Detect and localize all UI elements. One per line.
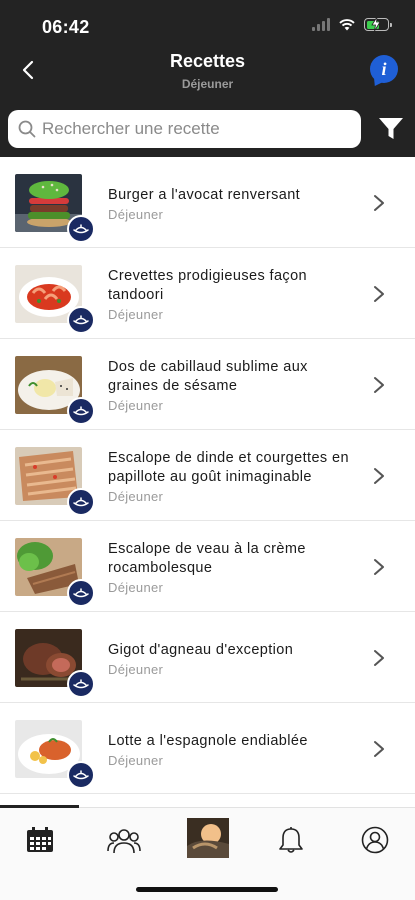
recipe-row[interactable]: Gigot d'agneau d'exception Déjeuner <box>0 612 415 703</box>
home-indicator <box>136 887 278 892</box>
plate-icon <box>73 315 89 325</box>
search-icon <box>18 120 36 138</box>
chevron-right-icon <box>374 741 384 757</box>
recipe-title: Escalope de dinde et courgettes en papil… <box>108 450 349 485</box>
chevron-right-icon <box>374 650 384 666</box>
recipe-category: Déjeuner <box>108 207 164 222</box>
plate-icon <box>73 588 89 598</box>
recipe-row[interactable]: Escalope de dinde et courgettes en papil… <box>0 430 415 521</box>
page-subtitle: Déjeuner <box>181 77 234 91</box>
tab-profile[interactable] <box>355 822 395 858</box>
recipe-row[interactable]: Dos de cabillaud sublime aux graines de … <box>0 339 415 430</box>
meal-badge <box>67 397 95 425</box>
recipe-category: Déjeuner <box>108 580 164 595</box>
info-icon[interactable]: i <box>370 55 398 83</box>
meal-badge <box>67 306 95 334</box>
wifi-icon <box>339 19 355 31</box>
recipe-title: Burger a l'avocat renversant <box>108 187 301 203</box>
recipe-category: Déjeuner <box>108 753 164 768</box>
search-bar[interactable] <box>8 110 361 148</box>
plate-icon <box>73 679 89 689</box>
recipe-row[interactable]: Lotte a l'espagnole endiablée Déjeuner <box>0 703 415 794</box>
recipe-row[interactable]: Burger a l'avocat renversant Déjeuner <box>0 157 415 248</box>
meal-badge <box>67 488 95 516</box>
home-photo <box>187 818 229 858</box>
recipe-title: Gigot d'agneau d'exception <box>108 642 294 658</box>
tab-home[interactable] <box>187 818 229 858</box>
tab-calendar[interactable] <box>20 822 60 858</box>
filter-icon <box>379 118 403 139</box>
signal-icon <box>312 18 330 31</box>
calendar-icon <box>27 827 53 852</box>
meal-badge <box>67 761 95 789</box>
profile-icon <box>361 826 389 854</box>
recipe-category: Déjeuner <box>108 489 164 504</box>
recipe-category: Déjeuner <box>108 662 164 677</box>
filter-button[interactable] <box>376 114 406 144</box>
bell-icon <box>279 827 303 853</box>
tab-active-indicator <box>0 805 79 808</box>
recipe-category: Déjeuner <box>108 307 164 322</box>
battery-icon <box>364 17 392 31</box>
tab-notifications[interactable] <box>271 822 311 858</box>
chevron-right-icon <box>374 559 384 575</box>
group-icon <box>107 829 141 854</box>
recipe-title: Dos de cabillaud sublime aux graines de … <box>108 359 308 394</box>
header: 06:42 Recettes Déjeuner i <box>0 0 415 157</box>
recipe-row[interactable]: Crevettes prodigieuses façon tandoori Dé… <box>0 248 415 339</box>
meal-badge <box>67 670 95 698</box>
chevron-right-icon <box>374 195 384 211</box>
recipe-title: Crevettes prodigieuses façon tandoori <box>108 268 307 303</box>
recipe-row[interactable]: Escalope de veau à la crème rocambolesqu… <box>0 521 415 612</box>
plate-icon <box>73 406 89 416</box>
chevron-right-icon <box>374 468 384 484</box>
tab-community[interactable] <box>104 822 144 858</box>
tab-bar <box>0 805 415 900</box>
status-time: 06:42 <box>42 17 90 37</box>
plate-icon <box>73 770 89 780</box>
plate-icon <box>73 224 89 234</box>
chevron-right-icon <box>374 377 384 393</box>
page-title: Recettes <box>169 51 246 71</box>
status-icons <box>312 17 392 31</box>
plate-icon <box>73 497 89 507</box>
recipe-list: Burger a l'avocat renversant Déjeuner Cr… <box>0 157 415 794</box>
recipe-title: Escalope de veau à la crème rocambolesqu… <box>108 541 306 576</box>
search-input[interactable] <box>42 119 342 139</box>
recipe-title: Lotte a l'espagnole endiablée <box>108 733 308 749</box>
chevron-right-icon <box>374 286 384 302</box>
recipe-category: Déjeuner <box>108 398 164 413</box>
meal-badge <box>67 579 95 607</box>
meal-badge <box>67 215 95 243</box>
